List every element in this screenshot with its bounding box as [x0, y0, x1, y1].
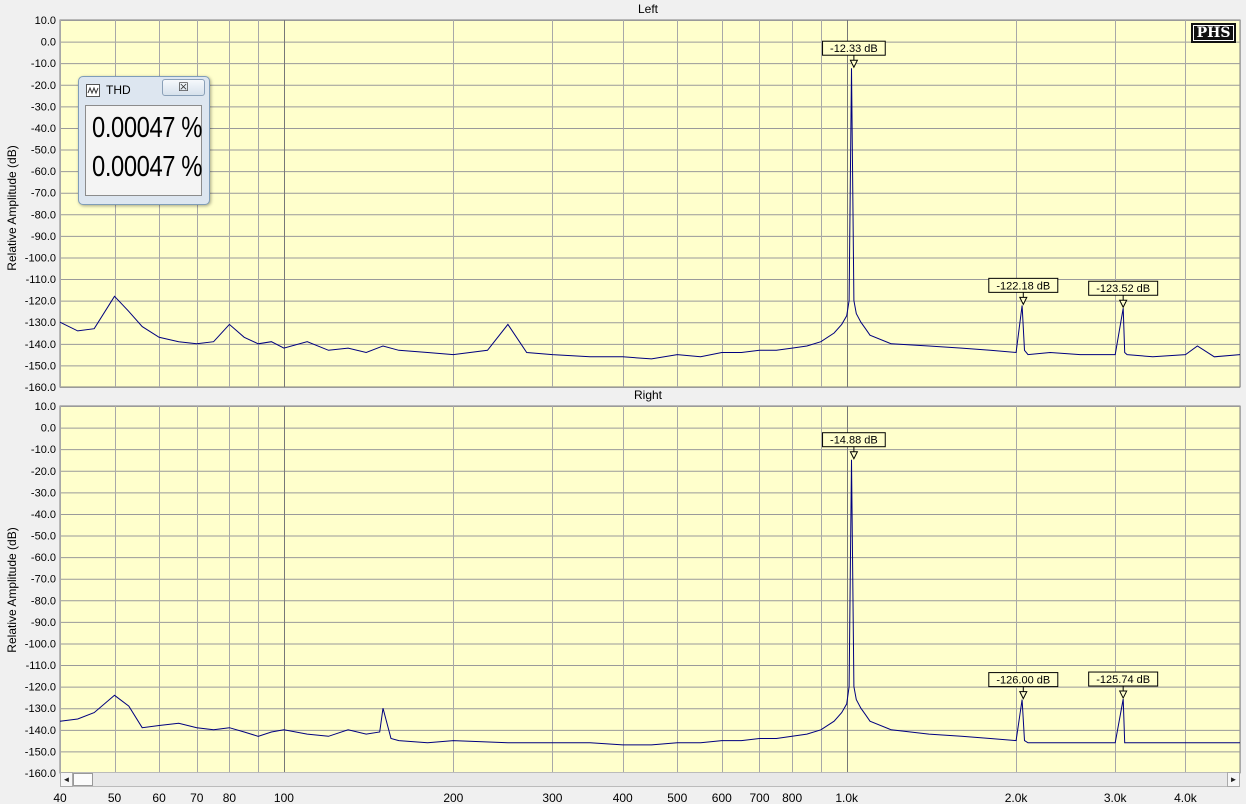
- scroll-left-arrow-icon[interactable]: ◄: [60, 772, 73, 787]
- right-y-tick-label: -130.0: [25, 703, 56, 715]
- right-y-tick-label: -70.0: [31, 574, 56, 586]
- x-tick-label: 1.0k: [835, 791, 859, 804]
- x-tick-label: 80: [223, 791, 237, 804]
- thd-window[interactable]: THD ☒ 0.00047 % 0.00047 %: [78, 76, 210, 205]
- right-plot-area: [59, 405, 1241, 774]
- left-marker-label: -12.33 dB: [830, 43, 878, 55]
- thd-readout: 0.00047 % 0.00047 %: [85, 105, 202, 196]
- left-y-tick-label: -110.0: [26, 274, 56, 286]
- left-y-tick-label: -120.0: [25, 296, 56, 308]
- right-y-tick-label: -150.0: [25, 746, 56, 758]
- left-y-tick-label: 10.0: [35, 15, 56, 27]
- right-y-tick-label: -80.0: [31, 595, 56, 607]
- horizontal-scrollbar[interactable]: [60, 772, 1240, 787]
- right-y-tick-label: -10.0: [31, 444, 56, 456]
- left-y-tick-label: -140.0: [25, 339, 56, 351]
- thd-value-right: 0.00047 %: [92, 151, 203, 183]
- x-tick-label: 2.0k: [1005, 791, 1029, 804]
- left-y-tick-label: -30.0: [31, 101, 56, 113]
- x-tick-label: 4.0k: [1174, 791, 1198, 804]
- x-tick-label: 600: [712, 791, 732, 804]
- left-y-tick-label: -40.0: [31, 123, 56, 135]
- left-y-tick-label: -90.0: [31, 231, 56, 243]
- x-tick-label: 300: [542, 791, 562, 804]
- right-y-tick-label: -160.0: [25, 768, 56, 780]
- thd-waveform-icon: [86, 84, 100, 97]
- left-y-tick-label: -50.0: [31, 145, 56, 157]
- right-y-tick-label: -40.0: [31, 509, 56, 521]
- left-chart-title: Left: [638, 2, 659, 16]
- left-marker-label: -123.52 dB: [1096, 283, 1150, 295]
- right-y-tick-label: -90.0: [31, 617, 56, 629]
- right-y-tick-label: -100.0: [25, 638, 56, 650]
- right-y-tick-label: -140.0: [25, 725, 56, 737]
- scrollbar-thumb[interactable]: [73, 773, 93, 786]
- right-y-tick-label: -50.0: [31, 531, 56, 543]
- right-marker-label: -126.00 dB: [996, 675, 1050, 687]
- right-y-tick-label: -60.0: [31, 552, 56, 564]
- right-marker-label: -14.88 dB: [830, 435, 878, 447]
- right-y-tick-label: -20.0: [31, 466, 56, 478]
- left-y-tick-label: -70.0: [31, 188, 56, 200]
- right-y-tick-label: -120.0: [25, 682, 56, 694]
- left-y-tick-label: -100.0: [25, 252, 56, 264]
- scroll-right-arrow-icon[interactable]: ►: [1227, 772, 1240, 787]
- thd-value-left: 0.00047 %: [92, 112, 203, 144]
- right-marker-label: -125.74 dB: [1096, 674, 1150, 686]
- x-tick-label: 200: [443, 791, 463, 804]
- right-y-tick-label: -30.0: [31, 487, 56, 499]
- left-y-tick-label: -20.0: [31, 80, 56, 92]
- x-tick-label: 70: [190, 791, 204, 804]
- right-y-tick-label: 10.0: [35, 401, 56, 413]
- left-y-tick-label: 0.0: [41, 37, 56, 49]
- x-tick-label: 500: [667, 791, 687, 804]
- x-tick-label: 400: [613, 791, 633, 804]
- right-y-tick-label: 0.0: [41, 423, 56, 435]
- x-tick-label: 60: [152, 791, 166, 804]
- left-marker-label: -122.18 dB: [996, 280, 1050, 292]
- right-chart-title: Right: [634, 388, 663, 402]
- left-y-axis-label: Relative Amplitude (dB): [5, 145, 19, 270]
- x-tick-label: 800: [782, 791, 802, 804]
- x-tick-label: 40: [53, 791, 67, 804]
- left-y-tick-label: -130.0: [25, 317, 56, 329]
- x-tick-label: 50: [108, 791, 122, 804]
- left-y-tick-label: -10.0: [31, 58, 56, 70]
- left-y-tick-label: -80.0: [31, 209, 56, 221]
- x-tick-label: 100: [274, 791, 294, 804]
- thd-window-title: THD: [106, 83, 131, 97]
- left-y-tick-label: -150.0: [25, 360, 56, 372]
- thd-close-button[interactable]: ☒: [162, 79, 205, 96]
- right-y-axis-label: Relative Amplitude (dB): [5, 527, 19, 652]
- left-y-tick-label: -160.0: [25, 382, 56, 394]
- right-y-tick-label: -110.0: [26, 660, 56, 672]
- x-tick-label: 3.0k: [1104, 791, 1128, 804]
- left-plot-area: [59, 19, 1241, 388]
- left-y-tick-label: -60.0: [31, 166, 56, 178]
- x-tick-label: 700: [749, 791, 769, 804]
- phs-logo: PHS: [1191, 23, 1236, 43]
